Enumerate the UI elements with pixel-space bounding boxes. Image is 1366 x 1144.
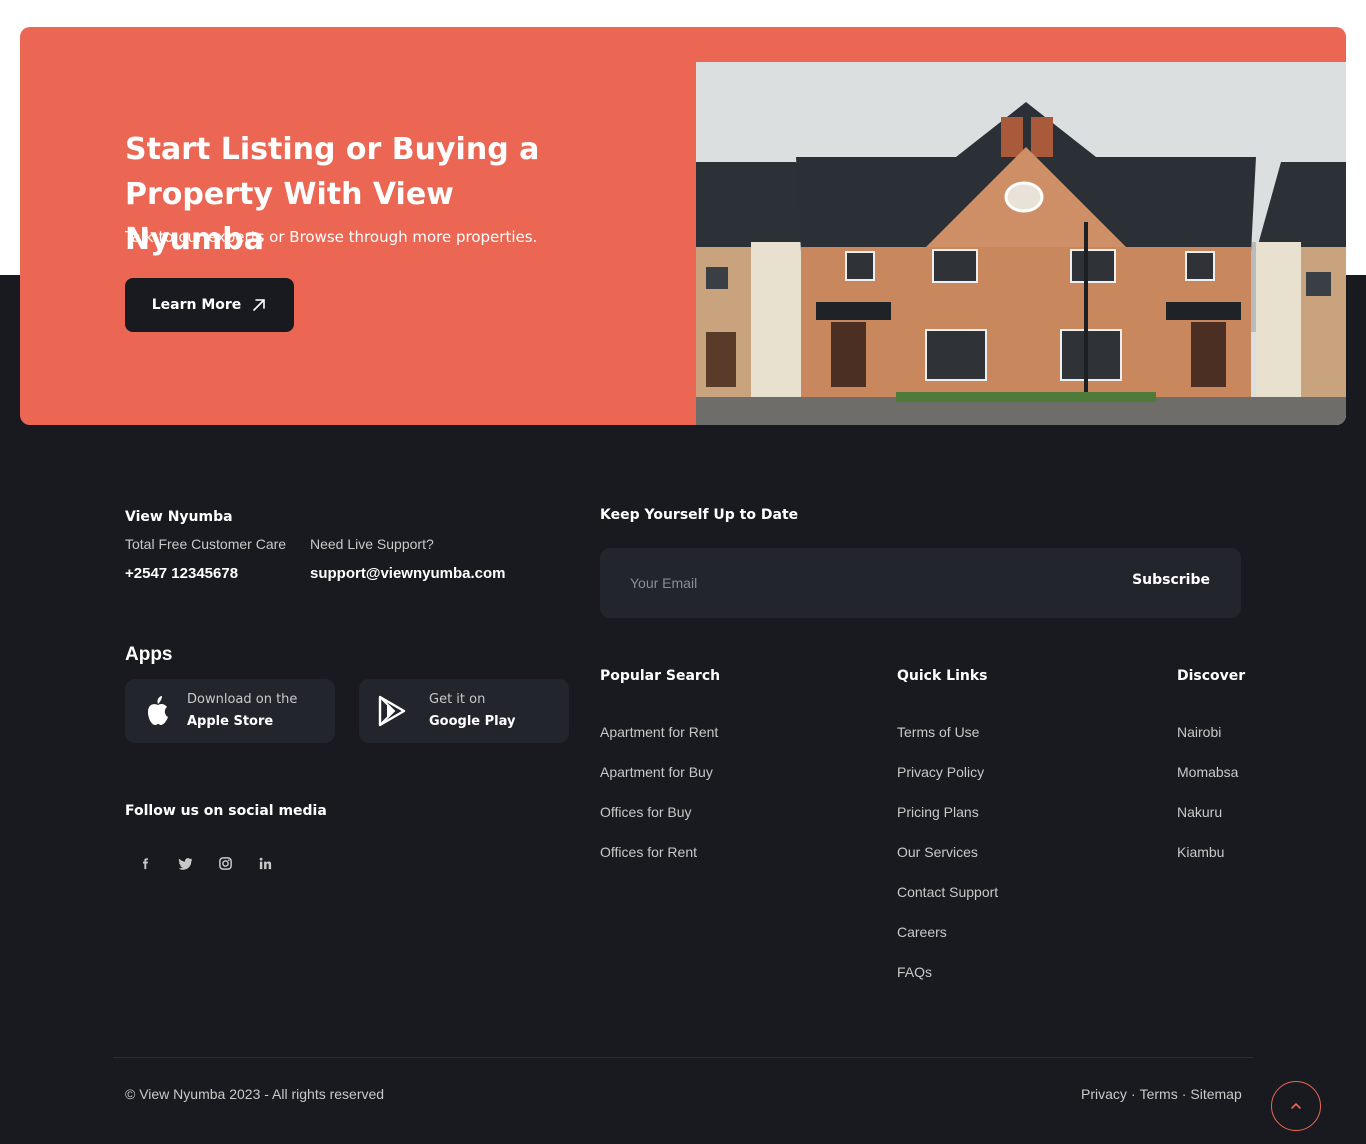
link-our-services[interactable]: Our Services [897, 844, 998, 884]
cta-subtitle: Talk to our experts or Browse through mo… [125, 228, 538, 246]
link-terms-of-use[interactable]: Terms of Use [897, 724, 998, 764]
link-kiambu[interactable]: Kiambu [1177, 844, 1238, 884]
privacy-link[interactable]: Privacy [1081, 1086, 1127, 1102]
instagram-link[interactable] [205, 843, 245, 883]
google-play-label: Google Play [429, 714, 516, 729]
quick-links-list: Terms of Use Privacy Policy Pricing Plan… [897, 724, 998, 1004]
house-image [696, 62, 1346, 425]
legal-separator: · [1181, 1086, 1187, 1102]
legal-links: Privacy · Terms · Sitemap [1081, 1086, 1242, 1102]
facebook-link[interactable] [125, 843, 165, 883]
learn-more-label: Learn More [151, 297, 242, 313]
quick-links-title: Quick Links [897, 668, 988, 684]
link-privacy-policy[interactable]: Privacy Policy [897, 764, 998, 804]
link-nakuru[interactable]: Nakuru [1177, 804, 1238, 844]
support-label: Need Live Support? [310, 536, 434, 552]
cta-banner: Start Listing or Buying a Property With … [20, 27, 1346, 425]
popular-search-title: Popular Search [600, 668, 721, 684]
subscribe-button[interactable]: Subscribe [1132, 572, 1210, 588]
footer-divider [113, 1057, 1253, 1058]
link-pricing-plans[interactable]: Pricing Plans [897, 804, 998, 844]
apple-store-button[interactable]: Download on the Apple Store [125, 679, 335, 743]
linkedin-link[interactable] [245, 843, 285, 883]
social-links [125, 843, 285, 883]
facebook-icon [142, 857, 148, 869]
link-faqs[interactable]: FAQs [897, 964, 998, 1004]
instagram-icon [218, 856, 232, 870]
customer-care-phone[interactable]: +2547 12345678 [125, 565, 238, 582]
discover-list: Nairobi Momabsa Nakuru Kiambu [1177, 724, 1238, 884]
google-play-button[interactable]: Get it on Google Play [359, 679, 569, 743]
copyright-text: © View Nyumba 2023 - All rights reserved [125, 1086, 385, 1102]
learn-more-button[interactable]: Learn More [125, 278, 294, 332]
terms-link[interactable]: Terms [1140, 1086, 1178, 1102]
apple-store-small-text: Download on the [187, 692, 298, 707]
customer-care-label: Total Free Customer Care [125, 536, 287, 552]
link-contact-support[interactable]: Contact Support [897, 884, 998, 924]
twitter-icon [178, 857, 192, 870]
popular-search-list: Apartment for Rent Apartment for Buy Off… [600, 724, 718, 884]
link-apartment-for-rent[interactable]: Apartment for Rent [600, 724, 718, 764]
link-careers[interactable]: Careers [897, 924, 998, 964]
arrow-up-right-icon [251, 297, 267, 313]
google-play-small-text: Get it on [429, 692, 486, 707]
social-title: Follow us on social media [125, 803, 327, 819]
support-email[interactable]: support@viewnyumba.com [310, 565, 506, 582]
brand-name: View Nyumba [125, 509, 233, 525]
apple-store-label: Apple Store [187, 714, 274, 729]
scroll-to-top-button[interactable] [1271, 1081, 1321, 1131]
linkedin-icon [259, 857, 271, 869]
link-offices-for-buy[interactable]: Offices for Buy [600, 804, 718, 844]
google-play-icon [378, 695, 406, 727]
discover-title: Discover [1177, 668, 1246, 684]
link-offices-for-rent[interactable]: Offices for Rent [600, 844, 718, 884]
chevron-up-icon [1291, 1102, 1301, 1109]
twitter-link[interactable] [165, 843, 205, 883]
newsletter-title: Keep Yourself Up to Date [600, 507, 799, 523]
link-mombasa[interactable]: Momabsa [1177, 764, 1238, 804]
link-apartment-for-buy[interactable]: Apartment for Buy [600, 764, 718, 804]
legal-separator: · [1130, 1086, 1136, 1102]
apps-title: Apps [125, 644, 173, 665]
apple-icon [148, 696, 168, 725]
link-nairobi[interactable]: Nairobi [1177, 724, 1238, 764]
email-input[interactable] [630, 548, 1090, 618]
sitemap-link[interactable]: Sitemap [1190, 1086, 1241, 1102]
newsletter-form: Subscribe [600, 548, 1241, 618]
